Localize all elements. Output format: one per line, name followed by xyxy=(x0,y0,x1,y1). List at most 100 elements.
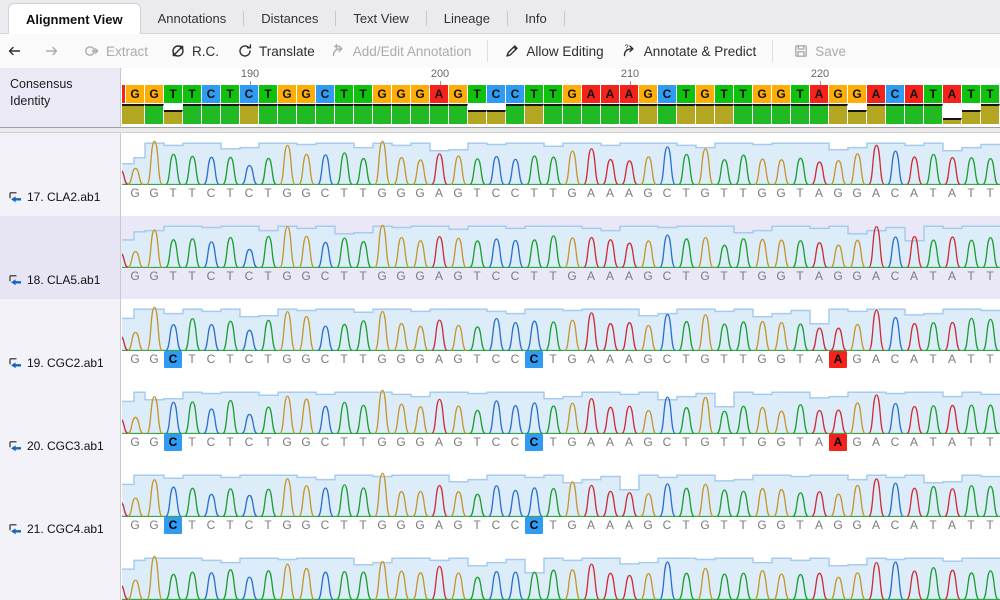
base-call: G xyxy=(411,185,429,202)
base-call: A xyxy=(601,434,619,451)
base-call: T xyxy=(924,268,942,285)
translate-button[interactable]: Translate xyxy=(237,43,315,59)
base-call: T xyxy=(183,434,201,451)
annotate-predict-button[interactable]: ?Annotate & Predict xyxy=(622,43,757,59)
identity-bar xyxy=(715,104,734,124)
identity-bar xyxy=(639,104,658,124)
base-call: G xyxy=(829,517,847,534)
identity-bar xyxy=(791,104,810,124)
base-call: T xyxy=(734,434,752,451)
base-call: A xyxy=(810,268,828,285)
base-call: A xyxy=(810,185,828,202)
identity-bar xyxy=(278,104,297,124)
consensus-sequence-row[interactable]: GGTTCTCTGGCTTGGGAGTCCTTGAAAGCTGTTGGTAGGA… xyxy=(122,85,1000,104)
base-call: G xyxy=(392,517,410,534)
sequence-row-label[interactable]: 21. CGC4.ab1 xyxy=(0,465,120,548)
tab-text-view[interactable]: Text View xyxy=(336,4,425,33)
back-button[interactable] xyxy=(6,43,22,59)
rc-button[interactable]: R.C. xyxy=(170,43,219,59)
base-call: T xyxy=(221,434,239,451)
trace-area[interactable] xyxy=(122,138,1000,185)
base-call: G xyxy=(772,185,790,202)
base-call: G xyxy=(126,185,144,202)
ruler-label: 200 xyxy=(431,68,449,80)
base-call: T xyxy=(468,434,486,451)
trace-area[interactable] xyxy=(122,221,1000,268)
base-call: T xyxy=(468,268,486,285)
base-call-letters[interactable]: GGCTCTCTGGCTTGGGAGTCCCTGAAAGCTGTTGGTAAGA… xyxy=(122,351,1000,369)
identity-bar xyxy=(943,118,962,124)
base-call: G xyxy=(848,434,866,451)
base-call: T xyxy=(354,517,372,534)
base-call: T xyxy=(715,351,733,368)
base-call: G xyxy=(696,351,714,368)
base-call: T xyxy=(183,268,201,285)
base-call-letters[interactable]: GGCTCTCTGGCTTGGGAGTCCCTGAAAGCTGTTGGTAAGA… xyxy=(122,434,1000,452)
tab-info[interactable]: Info xyxy=(508,4,564,33)
trace-area[interactable] xyxy=(122,470,1000,517)
rc-icon xyxy=(170,43,186,59)
arrow-right-icon xyxy=(44,43,60,59)
base-call: C xyxy=(886,517,904,534)
base-call-letters[interactable]: GGTTCTCTGGCTTGGGAGTCCTTGAAAGCTGTTGGTAGGA… xyxy=(122,268,1000,286)
trace-area[interactable] xyxy=(122,387,1000,434)
sequence-row xyxy=(0,548,1000,600)
consensus-base: C xyxy=(240,85,258,103)
identity-bar xyxy=(886,104,905,124)
identity-bar xyxy=(829,104,848,124)
pencil-icon xyxy=(504,43,520,59)
base-call: T xyxy=(544,185,562,202)
base-call: C xyxy=(886,351,904,368)
tab-distances[interactable]: Distances xyxy=(244,4,335,33)
base-call-letters[interactable]: GGTTCTCTGGCTTGGGAGTCCTTGAAAGCTGTTGGTAGGA… xyxy=(122,185,1000,203)
sequence-row-label[interactable]: 17. CLA2.ab1 xyxy=(0,133,120,216)
forward-button[interactable] xyxy=(44,43,60,59)
base-call: A xyxy=(430,434,448,451)
base-call: A xyxy=(601,185,619,202)
base-call: T xyxy=(354,434,372,451)
consensus-base: A xyxy=(620,85,638,103)
identity-bar xyxy=(544,104,563,124)
tab-label: Info xyxy=(525,11,547,26)
consensus-base: T xyxy=(259,85,277,103)
base-call: G xyxy=(563,517,581,534)
allow-editing-button[interactable]: Allow Editing xyxy=(504,43,603,59)
base-call: G xyxy=(373,351,391,368)
trace-area[interactable] xyxy=(122,553,1000,600)
base-call: C xyxy=(202,434,220,451)
identity-bar xyxy=(905,104,924,124)
tab-bar: Alignment ViewAnnotationsDistancesText V… xyxy=(0,0,1000,34)
base-call: G xyxy=(278,185,296,202)
base-call: A xyxy=(810,434,828,451)
consensus-base: C xyxy=(316,85,334,103)
consensus-base: G xyxy=(392,85,410,103)
sequence-row-label[interactable]: 18. CLA5.ab1 xyxy=(0,216,120,299)
base-call: G xyxy=(772,268,790,285)
save-button[interactable]: Save xyxy=(793,43,846,59)
sequence-row-label[interactable] xyxy=(0,548,120,600)
add-edit-annotation-button[interactable]: Add/Edit Annotation xyxy=(331,43,472,59)
base-call: G xyxy=(696,517,714,534)
consensus-base: T xyxy=(677,85,695,103)
sequence-row-label[interactable]: 20. CGC3.ab1 xyxy=(0,382,120,465)
base-call-letters[interactable]: GGCTCTCTGGCTTGGGAGTCCCTGAAAGCTGTTGGTAGGA… xyxy=(122,517,1000,535)
base-call: T xyxy=(677,185,695,202)
sequence-row-label[interactable]: 19. CGC2.ab1 xyxy=(0,299,120,382)
add-edit-annotation-button-label: Add/Edit Annotation xyxy=(353,44,472,59)
base-call: C xyxy=(886,185,904,202)
tab-alignment-view[interactable]: Alignment View xyxy=(8,3,141,34)
alignment-viewer-window: { "tabs": { "items": [ {"label": "Alignm… xyxy=(0,0,1000,600)
base-call: G xyxy=(829,268,847,285)
ruler-label: 210 xyxy=(621,68,639,80)
base-call: G xyxy=(449,517,467,534)
trace-area[interactable] xyxy=(122,304,1000,351)
tab-lineage[interactable]: Lineage xyxy=(427,4,507,33)
base-call: T xyxy=(468,351,486,368)
base-call: C xyxy=(164,434,182,451)
base-call: C xyxy=(240,517,258,534)
base-call: G xyxy=(392,268,410,285)
consensus-base: T xyxy=(791,85,809,103)
tab-annotations[interactable]: Annotations xyxy=(141,4,244,33)
identity-bar xyxy=(240,104,259,124)
extract-button[interactable]: Extract xyxy=(84,43,148,59)
